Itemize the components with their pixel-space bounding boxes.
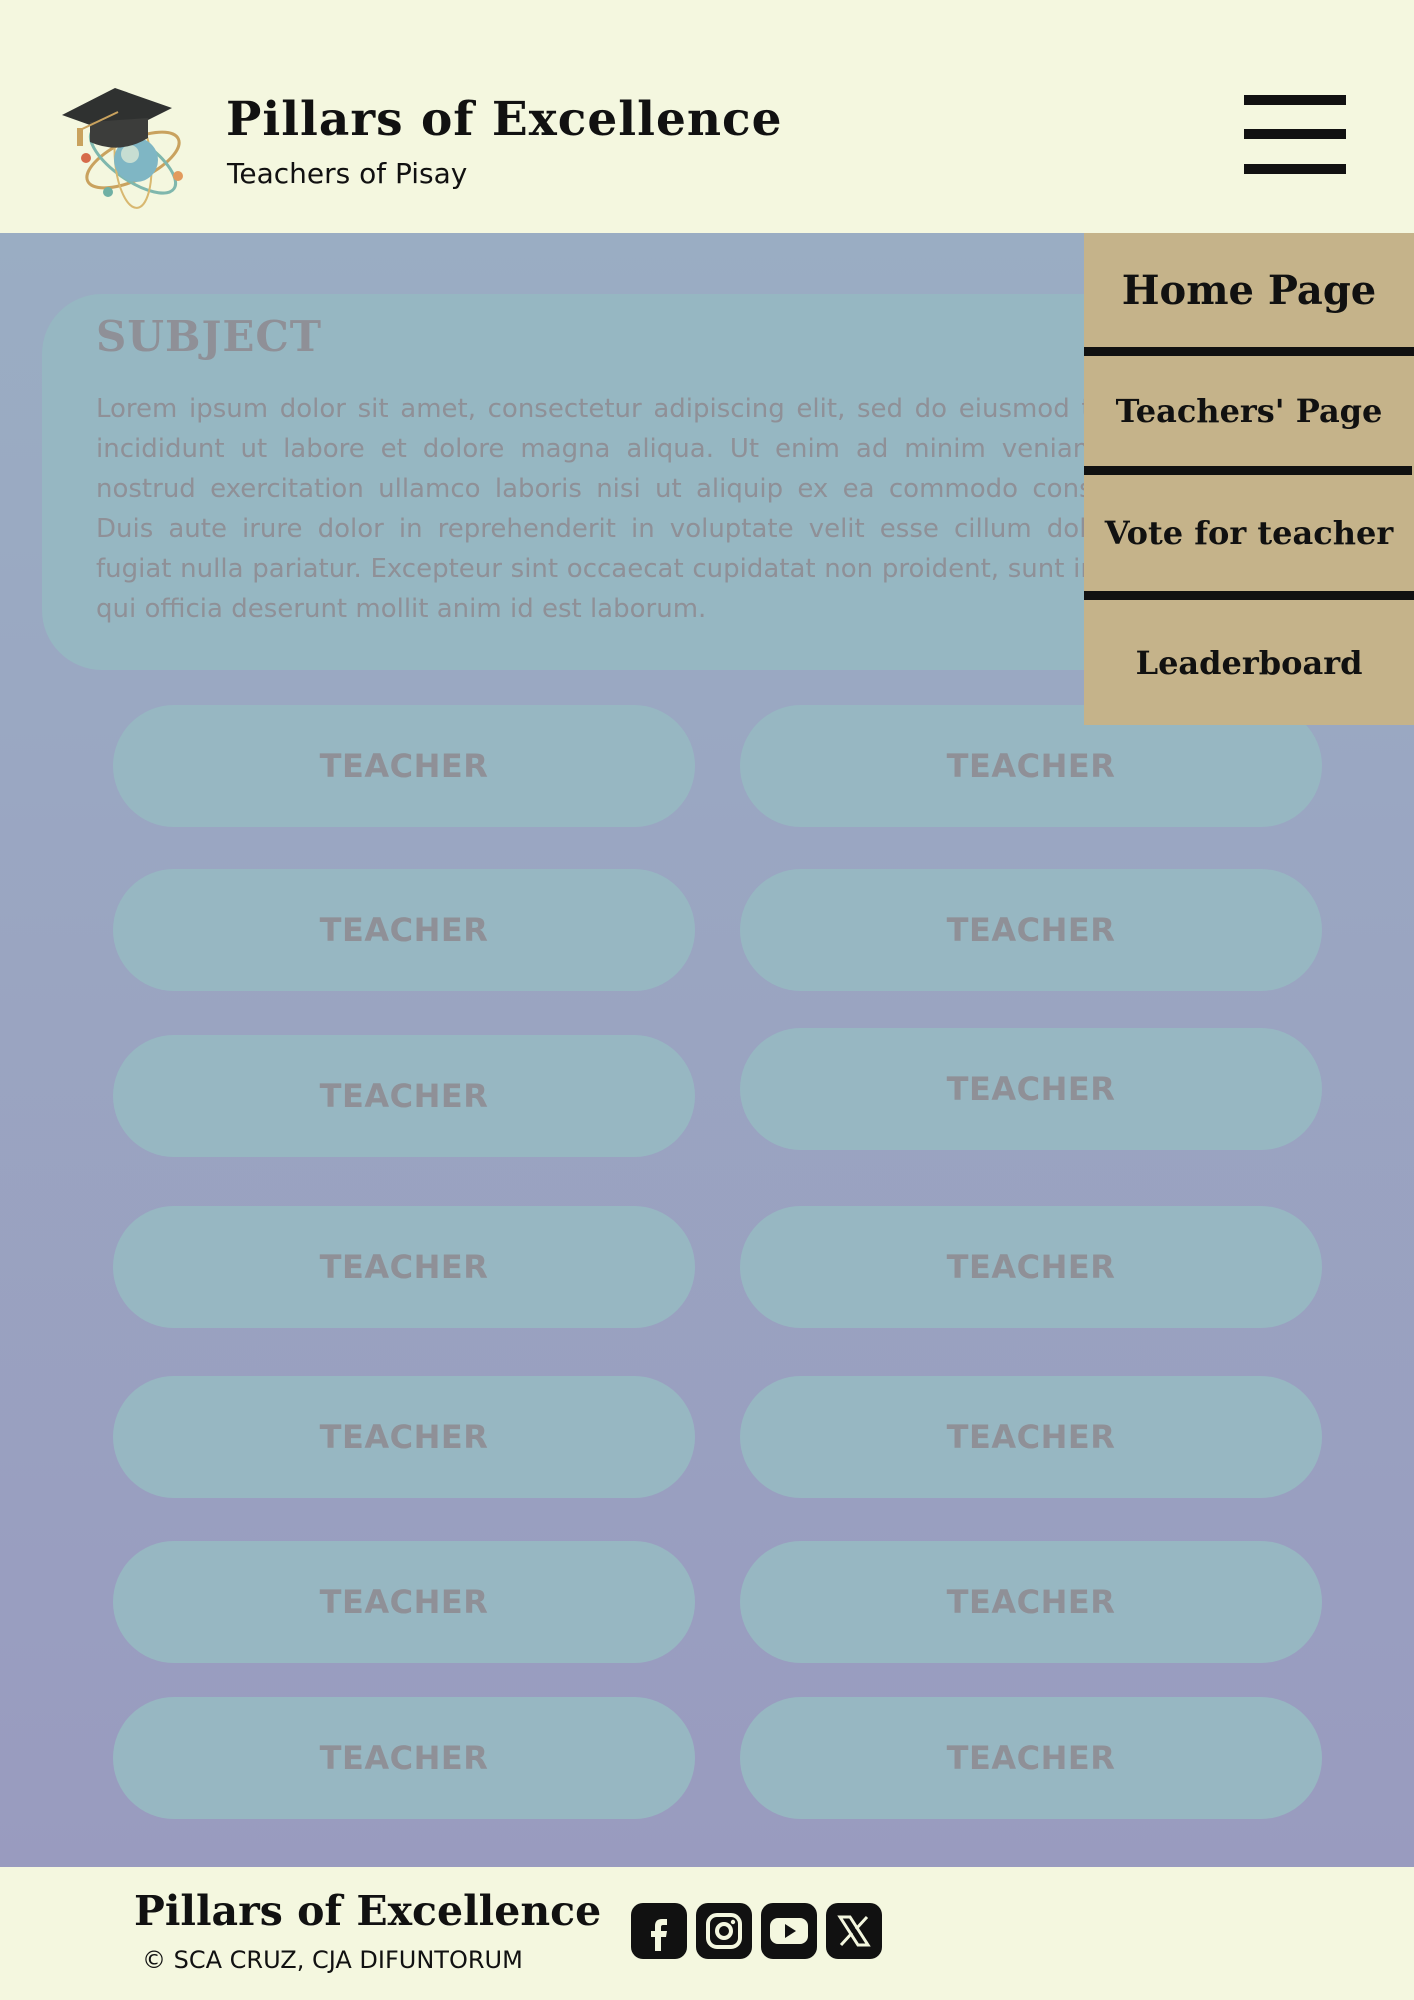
teacher-button[interactable]: TEACHER: [740, 1541, 1322, 1663]
subject-description: Lorem ipsum dolor sit amet, consectetur …: [96, 394, 1176, 624]
instagram-icon[interactable]: [696, 1903, 752, 1959]
site-title: Pillars of Excellence: [226, 92, 783, 147]
teacher-button[interactable]: TEACHER: [740, 869, 1322, 991]
site-header: Pillars of Excellence Teachers of Pisay: [0, 0, 1414, 233]
facebook-icon[interactable]: [631, 1903, 687, 1959]
youtube-icon[interactable]: [761, 1903, 817, 1959]
teacher-button[interactable]: TEACHER: [113, 869, 695, 991]
teacher-button[interactable]: TEACHER: [740, 1376, 1322, 1498]
menu-item-leaderboard[interactable]: Leaderboard: [1084, 600, 1414, 725]
menu-divider: [1084, 347, 1414, 356]
teacher-button[interactable]: TEACHER: [113, 705, 695, 827]
graduation-atom-logo-icon: [62, 88, 183, 209]
teacher-button[interactable]: TEACHER: [740, 1206, 1322, 1328]
teacher-button[interactable]: TEACHER: [740, 1697, 1322, 1819]
x-icon[interactable]: [826, 1903, 882, 1959]
menu-item-teachers[interactable]: Teachers' Page: [1084, 356, 1414, 466]
menu-item-home[interactable]: Home Page: [1084, 233, 1414, 347]
site-subtitle: Teachers of Pisay: [227, 157, 468, 190]
footer-title: Pillars of Excellence: [134, 1887, 602, 1935]
teacher-button[interactable]: TEACHER: [113, 1376, 695, 1498]
subject-title: SUBJECT: [96, 312, 323, 361]
menu-item-vote[interactable]: Vote for teacher: [1084, 475, 1414, 591]
dropdown-nav-menu: Home Page Teachers' Page Vote for teache…: [1084, 233, 1414, 725]
hamburger-menu-icon[interactable]: [1244, 95, 1346, 177]
menu-divider: [1084, 591, 1414, 600]
teacher-button[interactable]: TEACHER: [740, 1028, 1322, 1150]
teacher-button[interactable]: TEACHER: [113, 1035, 695, 1157]
menu-divider: [1084, 466, 1412, 475]
footer-copyright: © SCA CRUZ, CJA DIFUNTORUM: [142, 1946, 523, 1974]
teacher-button[interactable]: TEACHER: [113, 1541, 695, 1663]
teacher-button[interactable]: TEACHER: [113, 1697, 695, 1819]
site-footer: Pillars of Excellence © SCA CRUZ, CJA DI…: [0, 1867, 1414, 2000]
teacher-button[interactable]: TEACHER: [113, 1206, 695, 1328]
